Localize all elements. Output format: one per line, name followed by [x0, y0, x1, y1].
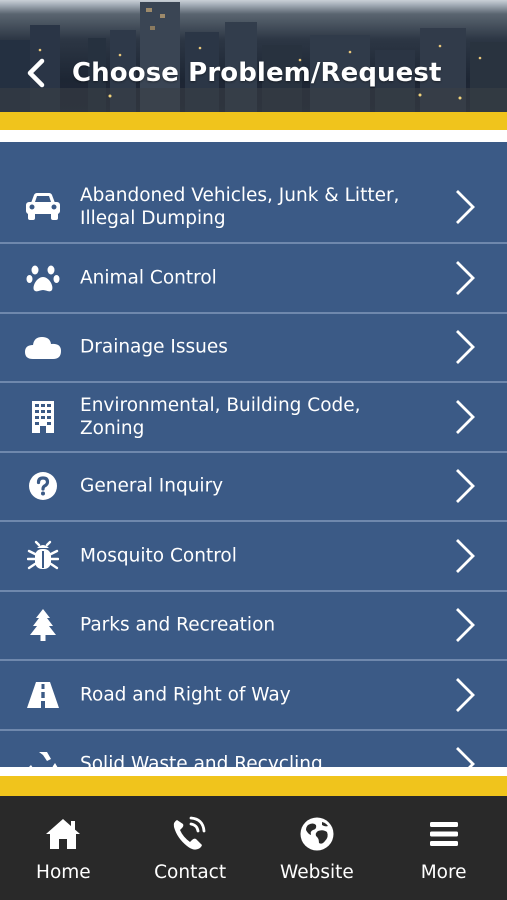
- question-circle-icon: [24, 467, 62, 505]
- home-icon: [41, 814, 85, 854]
- divider-stripe-bottom: [0, 767, 507, 776]
- car-icon: [24, 188, 62, 226]
- page-title: Choose Problem/Request: [72, 58, 442, 88]
- chevron-right-icon: [456, 538, 475, 573]
- chevron-right-icon: [456, 608, 475, 643]
- list-item[interactable]: General Inquiry: [0, 453, 507, 522]
- cloud-icon: [24, 328, 62, 366]
- nav-website[interactable]: Website: [254, 796, 381, 900]
- phone-icon: [168, 814, 212, 854]
- chevron-right-icon: [456, 260, 475, 295]
- chevron-right-icon: [456, 330, 475, 365]
- chevron-right-icon: [456, 190, 475, 224]
- nav-contact[interactable]: Contact: [127, 796, 254, 900]
- nav-label: Contact: [154, 862, 227, 883]
- list-item[interactable]: Mosquito Control: [0, 522, 507, 592]
- nav-more[interactable]: More: [380, 796, 507, 900]
- accent-stripe-bottom: [0, 776, 507, 796]
- nav-home[interactable]: Home: [0, 796, 127, 900]
- list-item-label: Animal Control: [80, 267, 217, 289]
- divider-stripe-top: [0, 130, 507, 142]
- list-item-label: Road and Right of Way: [80, 684, 291, 706]
- back-button[interactable]: [22, 56, 54, 90]
- nav-label: Website: [280, 862, 354, 883]
- bottom-nav: Home Contact Website More: [0, 796, 507, 900]
- list-item-label: Drainage Issues: [80, 336, 228, 358]
- chevron-right-icon: [456, 677, 475, 712]
- recycle-icon: [24, 745, 62, 767]
- chevron-right-icon: [456, 399, 475, 434]
- nav-label: Home: [36, 862, 91, 883]
- list-item-label: Environmental, Building Code, Zoning: [80, 394, 361, 439]
- list-item-label: Solid Waste and Recycling: [80, 753, 323, 767]
- building-icon: [24, 398, 62, 436]
- bug-icon: [24, 537, 62, 575]
- list-item[interactable]: Parks and Recreation: [0, 592, 507, 661]
- road-icon: [24, 676, 62, 714]
- category-list: Abandoned Vehicles, Junk & Litter, Illeg…: [0, 142, 507, 767]
- list-item-label: Mosquito Control: [80, 545, 237, 567]
- header: Choose Problem/Request: [0, 0, 507, 112]
- list-item[interactable]: Solid Waste and Recycling: [0, 731, 507, 767]
- list-item[interactable]: Abandoned Vehicles, Junk & Litter, Illeg…: [0, 172, 507, 244]
- list-item[interactable]: Road and Right of Way: [0, 661, 507, 731]
- accent-stripe-top: [0, 112, 507, 130]
- paw-icon: [24, 259, 62, 297]
- list-item[interactable]: Environmental, Building Code, Zoning: [0, 383, 507, 453]
- globe-icon: [295, 814, 339, 854]
- list-item[interactable]: Drainage Issues: [0, 314, 507, 383]
- list-item-label: Abandoned Vehicles, Junk & Litter, Illeg…: [80, 185, 400, 229]
- chevron-left-icon: [27, 58, 45, 88]
- menu-icon: [422, 814, 466, 854]
- list-item[interactable]: Animal Control: [0, 244, 507, 314]
- list-item-label: Parks and Recreation: [80, 614, 276, 636]
- list-item-label: General Inquiry: [80, 475, 224, 497]
- tree-icon: [24, 606, 62, 644]
- chevron-right-icon: [456, 469, 475, 504]
- nav-label: More: [420, 862, 467, 883]
- chevron-right-icon: [456, 747, 475, 767]
